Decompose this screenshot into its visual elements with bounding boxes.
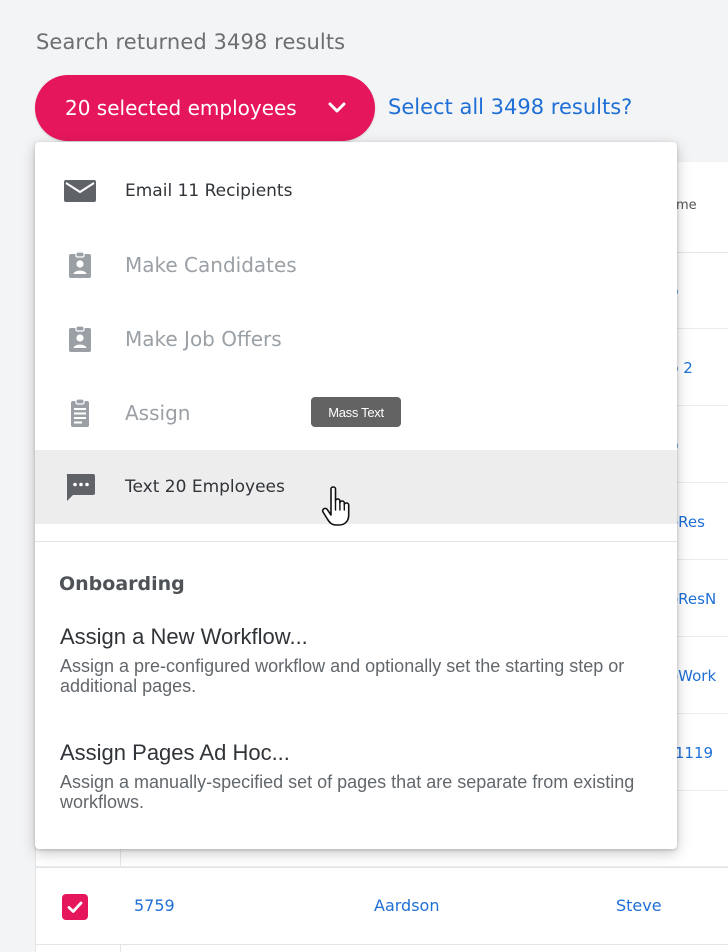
clipboard-person-icon (63, 250, 97, 280)
selected-employees-label: 20 selected employees (65, 96, 297, 120)
mass-text-tooltip: Mass Text (311, 397, 401, 427)
chevron-down-icon (327, 98, 347, 118)
menu-item-make-candidates[interactable]: Make Candidates (35, 228, 677, 302)
workflow-option-description: Assign a manually-specified set of pages… (60, 772, 635, 812)
clipboard-person-icon (63, 324, 97, 354)
assign-pages-ad-hoc-option[interactable]: Assign Pages Ad Hoc... Assign a manually… (60, 740, 655, 812)
select-all-results-link[interactable]: Select all 3498 results? (388, 95, 632, 119)
menu-item-label: Make Job Offers (125, 327, 282, 351)
search-results-summary: Search returned 3498 results (36, 30, 346, 54)
envelope-icon (63, 176, 97, 206)
last-name-link[interactable]: Aardson (374, 896, 439, 915)
checkmark-icon (67, 901, 83, 913)
table-row[interactable]: 5759 Aardson Steve (36, 867, 728, 945)
chat-bubble-icon (63, 472, 97, 502)
selected-employees-dropdown-button[interactable]: 20 selected employees (35, 75, 375, 141)
workflow-option-description: Assign a pre-configured workflow and opt… (60, 656, 625, 696)
row-checkbox[interactable] (62, 894, 88, 920)
assign-new-workflow-option[interactable]: Assign a New Workflow... Assign a pre-co… (60, 624, 655, 696)
hand-pointer-cursor-icon (320, 486, 354, 528)
workflow-option-title: Assign a New Workflow... (60, 624, 308, 649)
bulk-actions-menu: Email 11 Recipients Make Candidates Make… (35, 142, 677, 849)
clipboard-list-icon (63, 398, 97, 428)
onboarding-section-title: Onboarding (59, 573, 185, 595)
first-name-link[interactable]: Steve (616, 896, 662, 915)
workflow-option-title: Assign Pages Ad Hoc... (60, 740, 290, 765)
menu-item-make-job-offers[interactable]: Make Job Offers (35, 302, 677, 376)
menu-item-label: Make Candidates (125, 253, 297, 277)
column-header-name[interactable]: me (676, 198, 697, 213)
menu-divider (35, 541, 677, 542)
menu-item-text-employees[interactable]: Text 20 Employees (35, 450, 677, 524)
menu-item-label: Text 20 Employees (125, 477, 285, 497)
employee-id-link[interactable]: 5759 (134, 896, 175, 915)
menu-item-label: Email 11 Recipients (125, 181, 293, 201)
menu-item-email-recipients[interactable]: Email 11 Recipients (35, 154, 677, 228)
menu-item-label: Assign (125, 401, 191, 425)
